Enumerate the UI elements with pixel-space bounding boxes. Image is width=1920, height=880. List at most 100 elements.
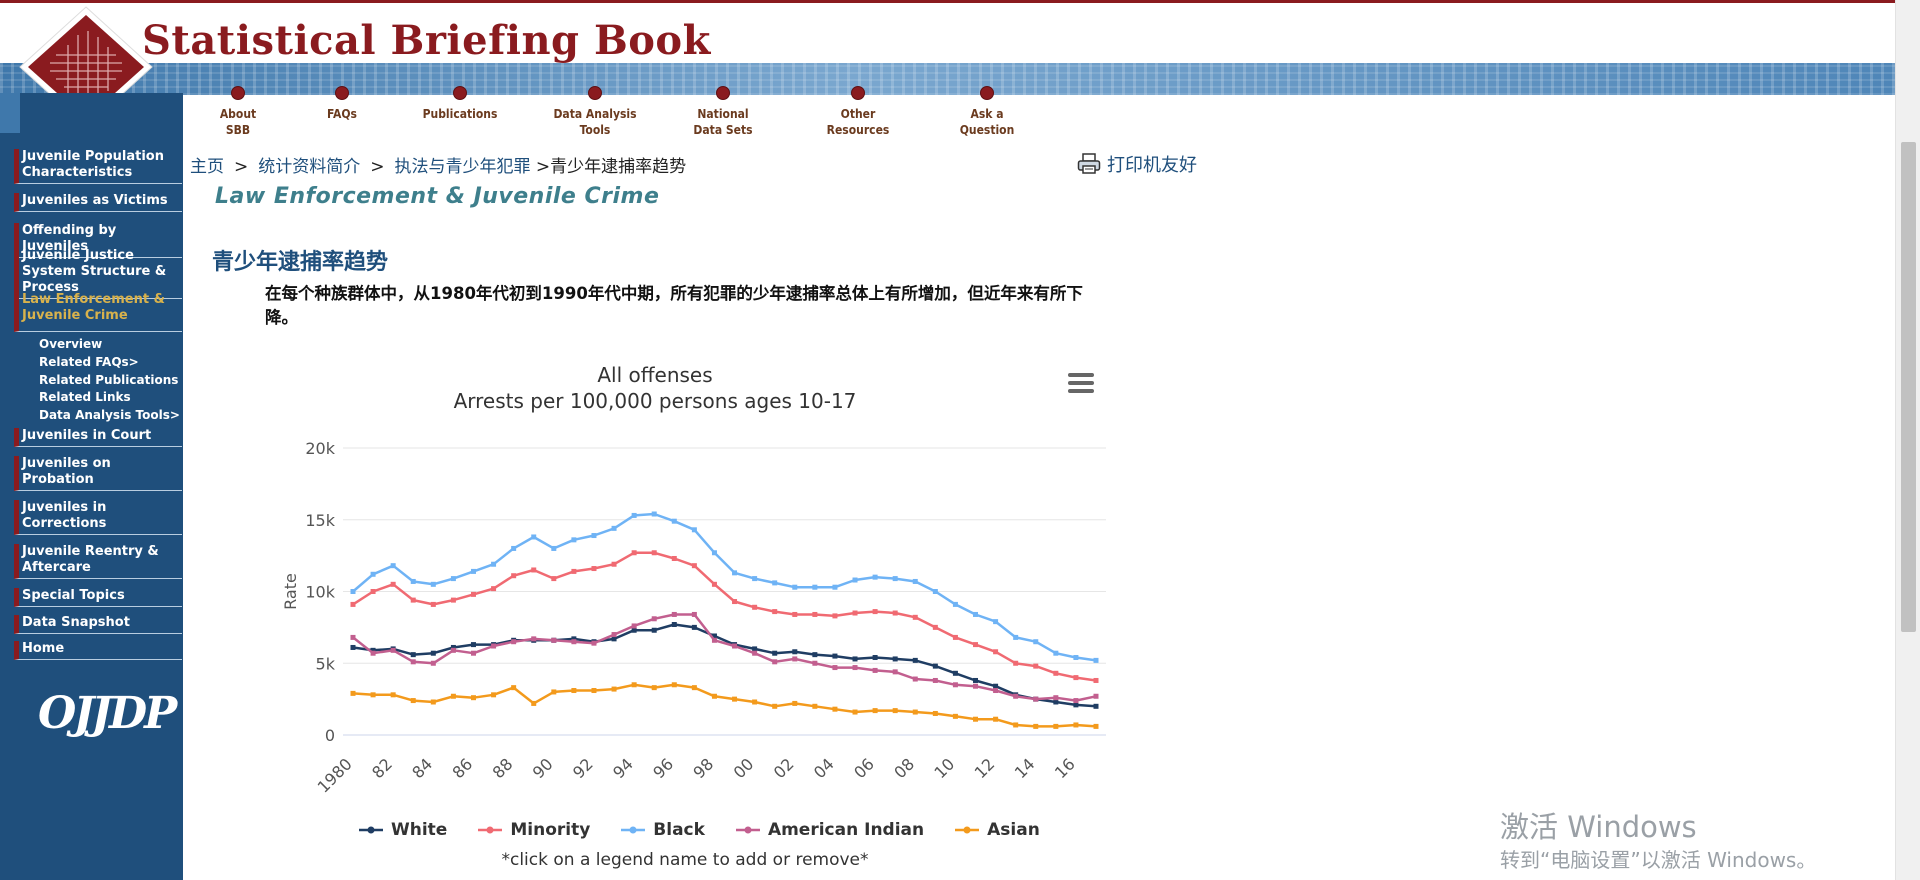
sidebar-item-court[interactable]: Juveniles in Court (14, 428, 182, 447)
data-point (711, 550, 717, 556)
sidebar-item-reentry[interactable]: Juvenile Reentry & Aftercare (14, 544, 182, 579)
data-point (752, 646, 758, 652)
sidebar-item-population[interactable]: Juvenile Population Characteristics (14, 149, 182, 184)
topnav-national-data-sets[interactable]: National Data Sets (673, 86, 773, 138)
x-tick-label: 04 (810, 754, 838, 782)
data-point (1013, 634, 1019, 640)
chart-menu-icon[interactable] (1068, 373, 1094, 395)
site-title: Statistical Briefing Book (142, 17, 711, 64)
data-point (1053, 695, 1059, 701)
windows-activation-subtitle: 转到“电脑设置”以激活 Windows。 (1500, 848, 1817, 872)
data-point (892, 669, 898, 675)
sidebar-sub-related-faqs[interactable]: Related FAQs> (39, 354, 139, 370)
legend-label: American Indian (767, 820, 925, 840)
data-point (410, 698, 416, 704)
page-scrollbar[interactable] (1895, 0, 1920, 880)
breadcrumb-home[interactable]: 主页 (190, 157, 224, 177)
data-point (631, 682, 637, 688)
data-point (671, 611, 677, 617)
data-point (872, 708, 878, 714)
x-tick-label: 14 (1011, 754, 1039, 782)
legend-item-asian[interactable]: Asian (954, 820, 1040, 840)
sidebar-item-home[interactable]: Home (14, 641, 182, 660)
nav-dot-icon (453, 86, 467, 100)
topnav-other-resources[interactable]: Other Resources (808, 86, 908, 138)
topnav-publications[interactable]: Publications (410, 86, 510, 122)
data-point (671, 518, 677, 524)
sidebar-item-victims[interactable]: Juveniles as Victims (14, 193, 182, 212)
data-point (370, 589, 376, 594)
data-point (631, 550, 637, 556)
legend-item-minority[interactable]: Minority (477, 820, 590, 840)
ojjdp-logo[interactable]: OJJDP (38, 688, 177, 739)
data-point (711, 637, 717, 643)
data-point (832, 653, 838, 659)
data-point (390, 563, 396, 569)
legend-item-american-indian[interactable]: American Indian (735, 820, 924, 840)
data-point (792, 611, 798, 617)
sidebar-item-probation[interactable]: Juveniles on Probation (14, 456, 182, 491)
scrollbar-thumb[interactable] (1901, 142, 1916, 632)
sidebar-item-data-snapshot[interactable]: Data Snapshot (14, 615, 182, 634)
data-point (912, 657, 918, 663)
x-tick-label: 12 (971, 754, 999, 782)
legend-swatch-icon (478, 826, 503, 834)
sidebar-item-corrections[interactable]: Juveniles in Corrections (14, 500, 182, 535)
data-point (1013, 693, 1019, 699)
sidebar-item-special-topics[interactable]: Special Topics (14, 588, 182, 607)
x-tick-label: 98 (689, 754, 717, 782)
sidebar-sub-related-publications[interactable]: Related Publications (39, 372, 178, 388)
data-point (591, 533, 597, 539)
sidebar-item-law-enforcement[interactable]: Law Enforcement & Juvenile Crime (14, 292, 182, 332)
topnav-faqs[interactable]: FAQs (292, 86, 392, 122)
section-banner: Law Enforcement & Juvenile Crime (215, 184, 660, 209)
sidebar-sub-data-analysis-tools[interactable]: Data Analysis Tools> (39, 407, 180, 423)
breadcrumb-separator: > (234, 157, 249, 177)
legend-item-black[interactable]: Black (620, 820, 705, 840)
data-point (1093, 657, 1099, 663)
data-point (1033, 663, 1039, 669)
topnav-ask-a-question[interactable]: Ask a Question (937, 86, 1037, 138)
data-point (491, 586, 497, 592)
x-tick-label: 90 (529, 754, 557, 782)
data-point (832, 706, 838, 712)
data-point (973, 642, 979, 648)
legend-item-white[interactable]: White (358, 820, 447, 840)
breadcrumb-separator: > (370, 157, 385, 177)
sidebar-sub-overview[interactable]: Overview (39, 336, 102, 352)
legend-label: Black (653, 820, 705, 840)
data-point (973, 677, 979, 683)
sidebar-edge (0, 93, 20, 133)
data-point (531, 567, 537, 573)
data-point (852, 656, 858, 662)
data-point (370, 692, 376, 698)
topnav-data-analysis-tools[interactable]: Data Analysis Tools (545, 86, 645, 138)
x-tick-label: 96 (649, 754, 677, 782)
data-point (591, 566, 597, 572)
data-point (932, 663, 938, 669)
data-point (390, 647, 396, 653)
data-point (772, 659, 778, 665)
data-point (912, 709, 918, 715)
data-point (852, 709, 858, 715)
printer-icon (1077, 153, 1101, 174)
nav-dot-icon (588, 86, 602, 100)
breadcrumb-law-enforcement[interactable]: 执法与青少年犯罪 (395, 157, 531, 177)
data-point (932, 589, 938, 594)
data-point (792, 656, 798, 662)
data-point (551, 689, 557, 695)
data-point (571, 568, 577, 574)
data-point (952, 682, 958, 688)
data-point (691, 611, 697, 617)
data-point (711, 693, 717, 699)
data-point (1093, 677, 1099, 683)
data-point (872, 609, 878, 615)
sidebar-sub-related-links[interactable]: Related Links (39, 389, 131, 405)
topnav-about-sbb[interactable]: About SBB (188, 86, 288, 138)
breadcrumb-briefing-book[interactable]: 统计资料简介 (258, 157, 360, 177)
x-tick-label: 94 (609, 754, 637, 782)
data-point (832, 665, 838, 671)
print-friendly-link[interactable]: 打印机友好 (1077, 151, 1197, 177)
data-point (571, 537, 577, 543)
data-point (470, 591, 476, 597)
